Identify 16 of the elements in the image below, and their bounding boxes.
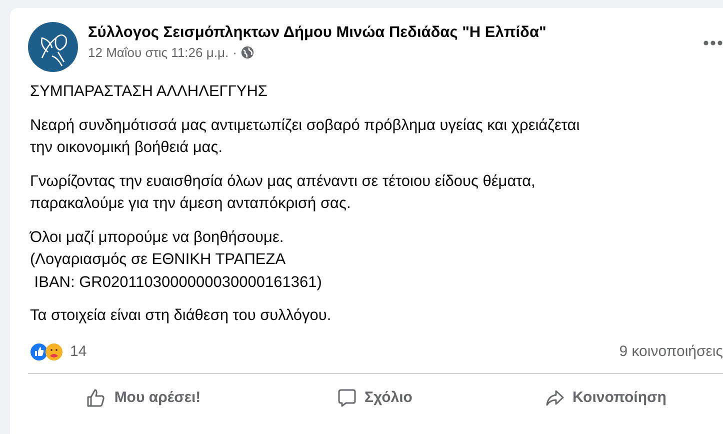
separator-dot: · [232, 45, 237, 60]
globe-icon [240, 46, 254, 59]
author-link[interactable]: Σύλλογος Σεισμόπληκτων Δήμου Μινώα Πεδιάδας "Η Ελπίδα" [88, 24, 546, 41]
speech-bubble-icon [336, 388, 357, 408]
reaction-count[interactable]: 14 [70, 343, 87, 360]
post-paragraph: ΣΥΜΠΑΡΑΣΤΑΣΗ ΑΛΛΗΛΕΓΓΥΗΣ [30, 82, 268, 102]
post-date[interactable]: 12 Μαΐου στις 11:26 μ.μ. [88, 45, 229, 60]
share-arrow-icon [544, 388, 565, 408]
post-paragraph: Όλοι μαζί μπορούμε να βοηθήσουμε. (Λογαριασμός σε ΕΘΝΙΚΗ ΤΡΑΠΕΖΑ IBAN: GR0201103000000030000161361) [30, 228, 323, 292]
like-reaction-icon[interactable] [30, 342, 48, 360]
share-count[interactable]: 9 κοινοποιήσεις [619, 343, 723, 360]
post-paragraph: Νεαρή συνδημότισσά μας αντιμετωπίζει σοβαρό πρόβλημα υγείας και χρειάζεται την οικονομική βοήθειά μας. [30, 116, 581, 158]
post-paragraph: Γνωρίζοντας την ευαισθησία όλων μας απέναντι σε τέτοιου είδους θέματα, παρακαλούμε για την άμεση ανταπόκρισή σας. [30, 172, 536, 214]
post-paragraph: Τα στοιχεία είναι στη διάθεση του συλλόγου. [30, 306, 332, 326]
more-options-icon[interactable] [703, 40, 723, 46]
thumbs-up-icon [86, 388, 106, 408]
